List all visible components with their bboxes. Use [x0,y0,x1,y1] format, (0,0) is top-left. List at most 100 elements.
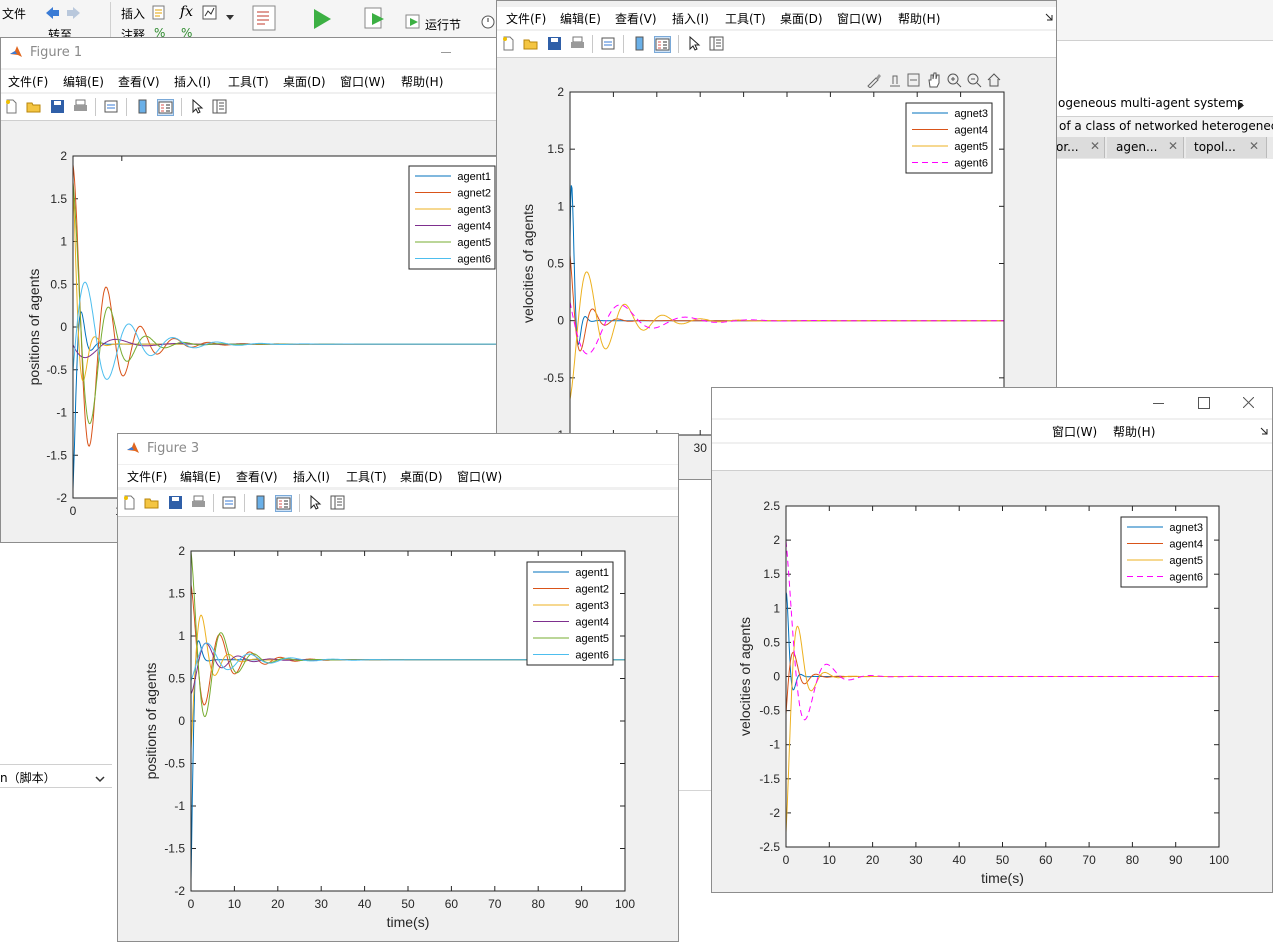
y-axis-label: velocities of agents [737,617,753,736]
x-tick-label: 10 [823,853,837,867]
forward-arrow-icon[interactable] [66,6,82,20]
y-tick-label: 0 [773,670,780,684]
x-tick-label: 40 [953,853,967,867]
x-tick-label: 0 [783,853,790,867]
y-tick-label: 0.5 [168,672,185,686]
editor-area [678,790,712,943]
x-tick-label: 60 [445,897,459,911]
fx-icon[interactable]: fx [180,4,193,20]
figure4-axes[interactable]: 2.521.510.50-0.5-1-1.5-2-2.50 10 20 30 40 50 6… [712,388,1273,893]
y-tick-label: -1.5 [46,448,67,462]
legend-label: agent5 [457,237,491,249]
x-tick-label: 60 [1039,853,1053,867]
legend-label: agnet2 [457,188,491,200]
x-tick-label: 90 [1169,853,1183,867]
legend-label: agnet3 [1169,522,1203,534]
y-tick-label: 1 [178,629,185,643]
tab-label: or... [1056,140,1079,154]
tab-label: topol... [1194,140,1236,154]
legend-label: agent1 [575,567,609,579]
x-tick-label: 30 [909,853,923,867]
x-tick-label: 0 [70,504,77,518]
y-tick-label: 2 [60,149,67,163]
x-tick-label: 70 [1082,853,1096,867]
ribbon-file-label[interactable]: 文件 [2,5,26,22]
x-tick-label: 20 [866,853,880,867]
figure3-window[interactable]: Figure 3 文件(F) 编辑(E) 查看(V) 插入(I) 工具(T) 桌… [117,433,679,942]
y-tick-label: 1 [773,601,780,615]
x-tick-label: 90 [575,897,589,911]
x-tick-label: 50 [996,853,1010,867]
legend-label: agent6 [457,254,491,266]
ribbon-run-section-label[interactable]: 运行节 [425,16,461,33]
script-selector[interactable]: n（脚本） [0,764,112,788]
tab-3[interactable]: topol... ✕ [1186,137,1267,158]
x-tick-label: 80 [532,897,546,911]
description-text: of a class of networked heterogenec [1059,119,1273,133]
legend-label: agent4 [575,617,609,629]
x-tick-label: 100 [1209,853,1229,867]
chevron-down-icon[interactable] [95,772,105,783]
x-tick-label: 70 [488,897,502,911]
y-tick-label: 0.5 [763,635,780,649]
close-icon[interactable]: ✕ [1090,139,1100,153]
timer-icon[interactable] [480,12,496,30]
tab-1[interactable]: or... ✕ [1056,137,1105,158]
legend-label: agent2 [575,584,609,596]
legend-label: agnet3 [954,108,988,120]
y-tick-label: 0 [557,314,564,328]
publish-icon[interactable] [252,5,276,31]
y-tick-label: 1.5 [168,587,185,601]
run-icon[interactable] [311,8,333,30]
breadcrumb-bar: ogeneous multi-agent systems [1056,92,1273,116]
y-tick-label: -0.5 [46,363,67,377]
y-tick-label: 1.5 [763,567,780,581]
y-axis-label: positions of agents [26,269,42,386]
back-arrow-icon[interactable] [44,6,60,20]
figure-icon[interactable] [202,5,218,21]
breadcrumb[interactable]: ogeneous multi-agent systems [1058,96,1243,110]
chevron-right-icon[interactable] [1238,99,1244,110]
legend-label: agent1 [457,171,491,183]
close-icon[interactable]: ✕ [1249,139,1259,153]
legend-label: agent5 [575,633,609,645]
y-tick-label: -0.5 [543,371,564,385]
y-tick-label: 0.5 [50,277,67,291]
x-tick-label: 30 [694,441,708,455]
x-tick-label: 100 [615,897,635,911]
x-tick-label: 0 [188,897,195,911]
legend-label: agent3 [575,600,609,612]
tab-label: agen... [1116,140,1158,154]
x-tick-label: 10 [228,897,242,911]
legend-label: agent6 [954,158,988,170]
y-tick-label: 2 [773,533,780,547]
ribbon-insert-label[interactable]: 插入 [121,5,145,22]
left-panel [0,540,118,942]
close-icon[interactable]: ✕ [1168,139,1178,153]
x-tick-label: 40 [358,897,372,911]
legend-label: agent4 [1169,539,1203,551]
y-tick-label: -2 [174,884,185,898]
run-and-advance-icon[interactable] [364,5,388,31]
legend-label: agent5 [954,141,988,153]
legend-label: agent4 [457,221,491,233]
dropdown-arrow-icon[interactable] [226,10,234,20]
y-tick-label: 1.5 [50,192,67,206]
run-section-icon[interactable] [405,14,421,30]
tab-2[interactable]: agen... ✕ [1107,137,1184,158]
x-tick-label: 30 [315,897,329,911]
x-axis-label: time(s) [387,914,430,930]
figure4-window[interactable]: 窗口(W) 帮助(H) 2.5 2 1.5 1 0.5 0 -0.5 -1 -1.5 -2 -2.5… [711,387,1273,893]
y-tick-label: -1.5 [164,842,185,856]
y-tick-label: -1 [174,799,185,813]
description-bar: of a class of networked heterogenec [1056,116,1273,138]
legend-label: agent6 [575,650,609,662]
y-tick-label: -2 [769,806,780,820]
figure3-axes[interactable]: 21.510.50-0.5-1-1.5-20 10 20 30 40 50 60 70 80 90… [118,434,679,942]
y-tick-label: 1.5 [547,142,564,156]
y-tick-label: 1 [60,235,67,249]
insert-text-icon[interactable] [152,5,168,21]
legend-label: agent4 [954,125,988,137]
x-tick-label: 80 [1126,853,1140,867]
y-tick-label: -2 [56,491,67,505]
